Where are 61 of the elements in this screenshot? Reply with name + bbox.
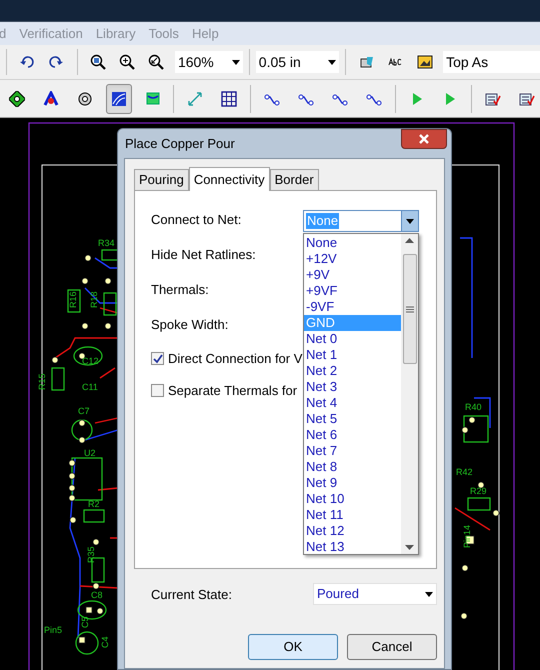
net-option[interactable]: Net 2: [304, 363, 401, 379]
tab[interactable]: Connectivity: [188, 167, 270, 191]
component-label: R42: [456, 467, 473, 477]
dropdown[interactable]: 160%: [174, 51, 243, 73]
checkbox[interactable]: [151, 384, 164, 397]
close-icon: [418, 133, 430, 145]
net-option[interactable]: Net 8: [304, 459, 401, 475]
net-option[interactable]: +9VF: [304, 283, 401, 299]
net-option[interactable]: Net 4: [304, 395, 401, 411]
dialog-title: Place Copper Pour: [125, 134, 235, 153]
dialog-button[interactable]: OK: [248, 634, 338, 660]
field-label: Hide Net Ratlines:: [151, 246, 256, 264]
field-label: Connect to Net:: [151, 211, 242, 229]
dropdown-arrow-icon: [425, 592, 433, 596]
field-label: Spoke Width:: [151, 316, 228, 334]
component-label: C11: [82, 382, 98, 392]
dropdown-arrow-icon: [328, 60, 336, 64]
checkbox[interactable]: [151, 352, 164, 365]
component-label: Pin5: [44, 625, 62, 635]
close-button[interactable]: [401, 129, 447, 149]
component-label: R16: [68, 291, 78, 308]
component-label: C7: [78, 406, 90, 416]
net-option[interactable]: +12V: [304, 251, 401, 267]
net-option[interactable]: Net 0: [304, 331, 401, 347]
component-label: R18: [89, 291, 99, 308]
component-label: C4: [100, 636, 110, 648]
net-option[interactable]: Net 1: [304, 347, 401, 363]
net-option[interactable]: Net 9: [304, 475, 401, 491]
component-label: R40: [465, 402, 482, 412]
state-dropdown[interactable]: Poured: [313, 583, 437, 605]
checkbox-label: Direct Connection for V: [168, 350, 302, 368]
dropdown-arrow-icon: [232, 60, 240, 64]
field-label: Current State:: [151, 586, 232, 604]
checkbox-label: Separate Thermals for: [168, 382, 298, 400]
net-option[interactable]: Net 7: [304, 443, 401, 459]
net-option[interactable]: Net 13: [304, 539, 401, 554]
tab[interactable]: Border: [270, 169, 319, 190]
net-option[interactable]: Net 12: [304, 523, 401, 539]
net-option[interactable]: Net 11: [304, 507, 401, 523]
net-option[interactable]: +9V: [304, 267, 401, 283]
component-label: R34: [98, 238, 115, 248]
net-option[interactable]: Net 5: [304, 411, 401, 427]
dialog-button[interactable]: Cancel: [347, 634, 437, 660]
component-label: R29: [470, 486, 487, 496]
tab[interactable]: Pouring: [134, 169, 189, 190]
component-label: R2: [88, 499, 100, 509]
component-label: C8: [91, 590, 103, 600]
component-label: Pin14: [462, 524, 472, 548]
scroll-bar[interactable]: [401, 234, 418, 554]
copper-pour-icon[interactable]: [106, 84, 132, 114]
net-option[interactable]: -9VF: [304, 299, 401, 315]
net-option[interactable]: Net 10: [304, 491, 401, 507]
field-label: Thermals:: [151, 281, 209, 299]
net-option[interactable]: Net 6: [304, 427, 401, 443]
net-option[interactable]: Net 3: [304, 379, 401, 395]
component-label: R15: [37, 373, 47, 390]
component-label: C12: [82, 356, 99, 366]
net-option[interactable]: None: [304, 235, 401, 251]
dropdown[interactable]: 0.05 in: [256, 51, 340, 73]
dropdown[interactable]: Top As: [443, 51, 540, 73]
component-label: U2: [84, 448, 96, 458]
